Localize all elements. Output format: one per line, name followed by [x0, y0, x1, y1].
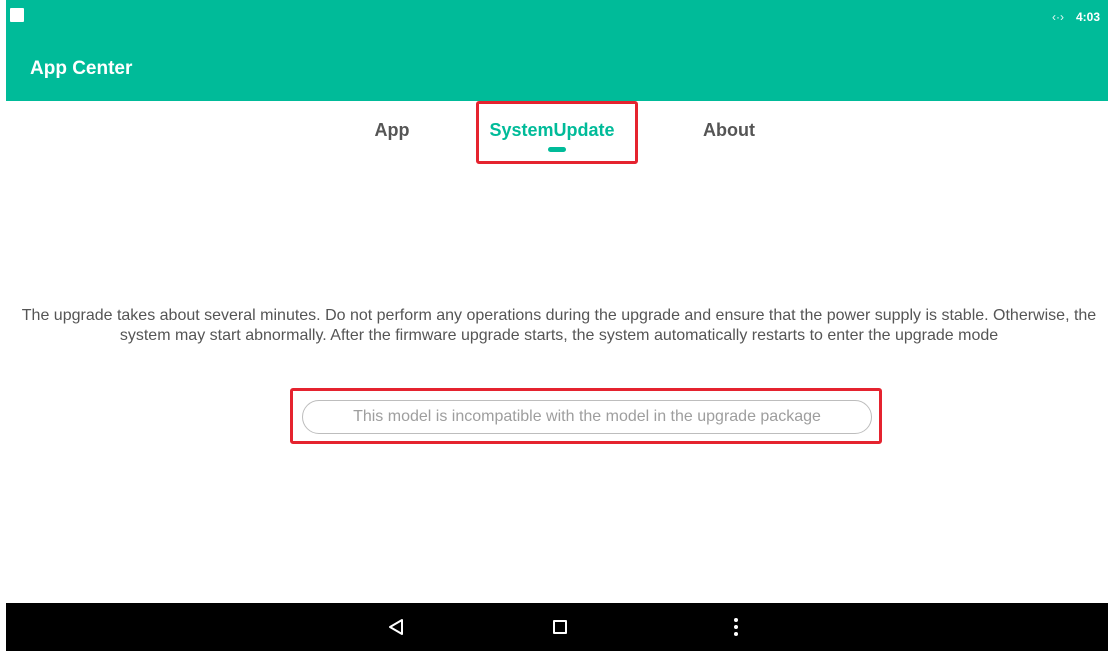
back-triangle-icon	[389, 619, 403, 635]
nav-home-button[interactable]	[540, 603, 580, 651]
status-bar-right: ‹·› 4:03	[1052, 9, 1100, 25]
overflow-dots-icon	[734, 618, 738, 636]
tab-bar: App SystemUpdate About	[0, 101, 1108, 171]
nav-back-button[interactable]	[376, 603, 416, 651]
tab-highlight-box	[476, 101, 638, 164]
nav-menu-button[interactable]	[716, 603, 756, 651]
upgrade-status-message: This model is incompatible with the mode…	[353, 408, 821, 425]
upgrade-description: The upgrade takes about several minutes.…	[21, 307, 1097, 344]
app-title: App Center	[30, 58, 133, 79]
screen: ‹·› 4:03 App Center App SystemUpdate Abo…	[0, 0, 1108, 651]
tab-app[interactable]: App	[372, 115, 412, 145]
upgrade-status-button[interactable]: This model is incompatible with the mode…	[302, 400, 872, 434]
status-time: 4:03	[1075, 10, 1100, 24]
navigation-bar	[6, 603, 1108, 651]
notification-square-icon	[10, 8, 24, 22]
home-square-icon	[553, 620, 567, 634]
tab-about[interactable]: About	[698, 115, 760, 145]
code-arrows-icon: ‹·›	[1051, 10, 1064, 24]
app-bar: ‹·› 4:03 App Center	[6, 0, 1108, 101]
